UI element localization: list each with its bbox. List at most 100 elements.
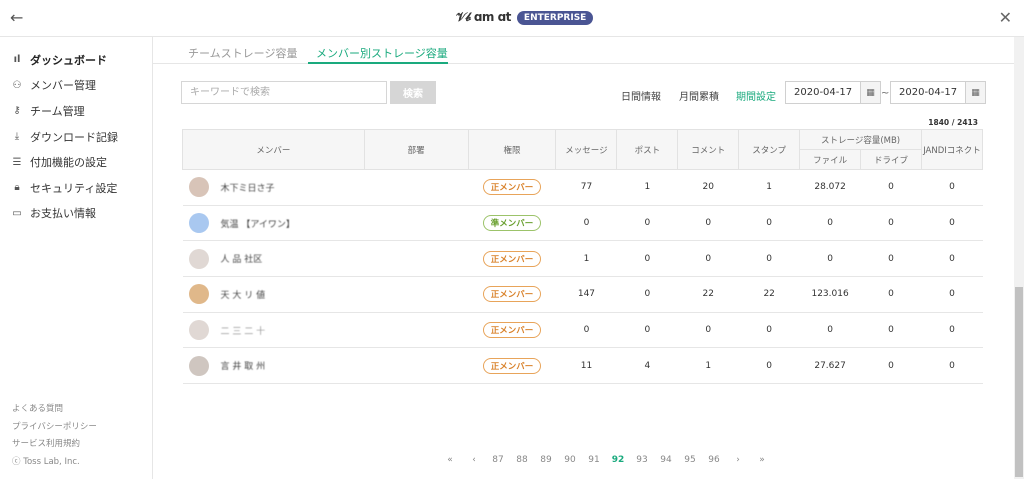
pagination: « ‹ 87 88 89 90 91 92 93 94 95 96 › » — [438, 455, 774, 465]
page-link[interactable]: 95 — [678, 455, 702, 465]
date-to-field[interactable]: 2020-04-17 ▦ — [890, 81, 986, 104]
main-content: チームストレージ容量 メンバー別ストレージ容量 検索 日間情報 月間累積 期間設… — [153, 37, 1014, 479]
calendar-icon[interactable]: ▦ — [965, 82, 985, 103]
member-cell: 人 品 社区 — [182, 240, 365, 278]
page-link[interactable]: 89 — [534, 455, 558, 465]
sidebar-item-members[interactable]: ⚇ メンバー管理 — [0, 73, 152, 99]
dept-cell — [364, 276, 469, 313]
tab-member-storage[interactable]: メンバー別ストレージ容量 — [316, 45, 448, 61]
sidebar-item-label: ダウンロード記録 — [30, 130, 118, 144]
sidebar-item-downloads[interactable]: ⤓ ダウンロード記録 — [0, 124, 152, 150]
calendar-icon[interactable]: ▦ — [860, 82, 880, 103]
tab-bar: チームストレージ容量 メンバー別ストレージ容量 — [153, 37, 1014, 64]
tab-team-storage[interactable]: チームストレージ容量 — [188, 45, 297, 61]
role-badge: 正メンバー — [482, 179, 542, 196]
users-icon: ⚇ — [12, 79, 22, 91]
page-link[interactable]: 96 — [702, 455, 726, 465]
current-page[interactable]: 92 — [606, 455, 630, 465]
comment-cell: 22 — [677, 276, 739, 313]
sidebar-item-billing[interactable]: ▭ お支払い情報 — [0, 201, 152, 227]
avatar — [188, 177, 209, 198]
post-cell: 1 — [616, 169, 678, 206]
sidebar-item-addons[interactable]: ☰ 付加機能の設定 — [0, 149, 152, 175]
stamp-cell: 0 — [738, 240, 800, 278]
scrollbar-thumb[interactable] — [1015, 287, 1023, 477]
page-link[interactable]: 88 — [510, 455, 534, 465]
sidebar-item-security[interactable]: 🔒︎ セキュリティ設定 — [0, 175, 152, 201]
page-link[interactable]: 87 — [486, 455, 510, 465]
sidebar: ıl ダッシュボード ⚇ メンバー管理 ⚷ チーム管理 ⤓ ダウンロード記録 ☰… — [0, 37, 153, 479]
stamp-cell: 1 — [738, 169, 800, 206]
jandi-cell: 0 — [921, 169, 983, 206]
brand: 𝒱𝒷 ɑm ɑt ENTERPRISE — [456, 10, 594, 25]
table-row[interactable]: 木下ミ日さ子 正メンバー 77 1 20 1 28.072 0 0 — [182, 169, 983, 206]
dept-cell — [364, 312, 469, 349]
drive-cell: 0 — [860, 240, 922, 278]
date-separator: ~ — [881, 88, 890, 99]
avatar — [188, 284, 209, 305]
privacy-link[interactable]: プライバシーポリシー — [12, 419, 97, 437]
member-count: 1840 / 2413 — [928, 118, 978, 127]
first-page-icon[interactable]: « — [438, 455, 462, 465]
role-badge: 正メンバー — [482, 357, 542, 374]
member-cell: 二 三 二 十 — [182, 312, 365, 349]
file-cell: 27.627 — [799, 347, 861, 385]
close-icon[interactable]: ✕ — [999, 8, 1012, 27]
back-arrow-icon[interactable]: ← — [10, 8, 23, 27]
post-cell: 0 — [616, 312, 678, 349]
role-cell: 正メンバー — [468, 276, 556, 313]
file-cell: 28.072 — [799, 169, 861, 206]
terms-link[interactable]: サービス利用規約 — [12, 436, 97, 454]
filter-daily[interactable]: 日間情報 — [621, 88, 661, 103]
header-comment: コメント — [677, 129, 740, 170]
sidebar-item-label: セキュリティ設定 — [30, 181, 118, 195]
table-row[interactable]: 言 井 取 州 正メンバー 11 4 1 0 27.627 0 0 — [182, 347, 983, 385]
member-cell: 天 大 リ 値 — [182, 276, 365, 313]
header-role: 権限 — [467, 129, 557, 170]
page-link[interactable]: 90 — [558, 455, 582, 465]
filter-monthly[interactable]: 月間累積 — [679, 88, 719, 103]
message-cell: 11 — [555, 347, 617, 385]
next-page-icon[interactable]: › — [726, 455, 750, 465]
filter-period[interactable]: 期間設定 — [736, 88, 776, 103]
download-icon: ⤓ — [14, 131, 20, 143]
date-to-value: 2020-04-17 — [899, 87, 958, 98]
sidebar-item-label: メンバー管理 — [30, 79, 96, 93]
sidebar-item-dashboard[interactable]: ıl ダッシュボード — [0, 47, 152, 73]
comment-cell: 20 — [677, 169, 739, 206]
avatar — [188, 355, 209, 376]
sidebar-item-label: ダッシュボード — [30, 53, 107, 67]
role-cell: 正メンバー — [468, 169, 556, 206]
header-file: ファイル — [799, 149, 862, 170]
post-cell: 0 — [616, 205, 678, 242]
sidebar-item-label: お支払い情報 — [30, 207, 96, 221]
dept-cell — [364, 169, 469, 206]
prev-page-icon[interactable]: ‹ — [462, 455, 486, 465]
member-cell: 言 井 取 州 — [182, 347, 365, 385]
bar-chart-icon: ıl — [13, 54, 21, 66]
file-cell: 123.016 — [799, 276, 861, 313]
jandi-cell: 0 — [921, 240, 983, 278]
date-from-field[interactable]: 2020-04-17 ▦ — [785, 81, 881, 104]
faq-link[interactable]: よくある質問 — [12, 401, 97, 419]
page-link[interactable]: 91 — [582, 455, 606, 465]
table-row[interactable]: 二 三 二 十 正メンバー 0 0 0 0 0 0 0 — [182, 312, 983, 349]
last-page-icon[interactable]: » — [750, 455, 774, 465]
dept-cell — [364, 205, 469, 242]
table-row[interactable]: 天 大 リ 値 正メンバー 147 0 22 22 123.016 0 0 — [182, 276, 983, 313]
page-link[interactable]: 93 — [630, 455, 654, 465]
jandi-cell: 0 — [921, 276, 983, 313]
table-row[interactable]: 人 品 社区 正メンバー 1 0 0 0 0 0 0 — [182, 240, 983, 278]
message-cell: 1 — [555, 240, 617, 278]
scrollbar[interactable] — [1014, 37, 1024, 479]
search-button[interactable]: 検索 — [390, 81, 436, 104]
page-link[interactable]: 94 — [654, 455, 678, 465]
dept-cell — [364, 347, 469, 385]
header-member: メンバー — [182, 129, 365, 170]
sidebar-item-teams[interactable]: ⚷ チーム管理 — [0, 98, 152, 124]
key-icon: ⚷ — [13, 105, 21, 117]
avatar — [188, 248, 209, 269]
sliders-icon: ☰ — [12, 156, 22, 168]
search-input[interactable] — [181, 81, 387, 104]
table-row[interactable]: 気温 【アイワン】 準メンバー 0 0 0 0 0 0 0 — [182, 205, 983, 242]
